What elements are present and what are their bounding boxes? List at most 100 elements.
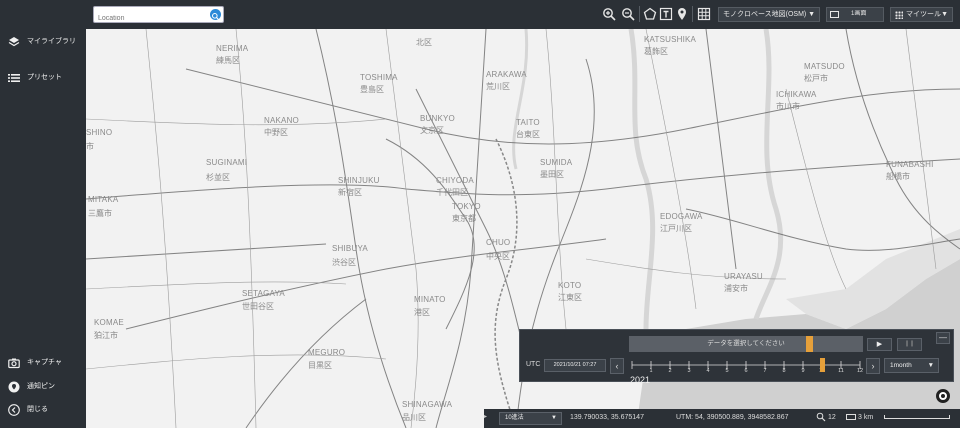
- sidebar-item-label: 閉じる: [27, 406, 48, 413]
- time-slider-panel: — データを選択してください ▶ ❙❙ UTC 2021/10/21 07:27…: [519, 329, 954, 385]
- map-label: ICHIKAWA: [776, 90, 817, 99]
- current-time-marker[interactable]: [820, 358, 825, 372]
- sidebar-item-preset[interactable]: プリセット: [8, 71, 62, 85]
- map-label: SHINJUKU: [338, 176, 380, 185]
- toolbar-divider: [639, 6, 640, 22]
- sidebar-item-label: マイライブラリ: [27, 38, 76, 45]
- sidebar-item-label: キャプチャ: [27, 359, 62, 366]
- marker-draw-icon[interactable]: [675, 7, 689, 21]
- data-select-bar[interactable]: データを選択してください: [629, 336, 863, 352]
- map-label: 千代田区: [436, 187, 468, 197]
- dropdown-arrow-icon: ▼: [941, 11, 948, 18]
- map-label: 東京都: [452, 213, 476, 223]
- timeline-tick-label: 2: [668, 368, 672, 374]
- sidebar-item-my-library[interactable]: マイライブラリ: [8, 35, 76, 49]
- my-tools-menu[interactable]: マイツール ▼: [890, 7, 953, 22]
- sidebar-item-label: プリセット: [27, 74, 62, 81]
- map-label: KATSUSHIKA: [644, 35, 697, 44]
- map-label: KOMAE: [94, 318, 124, 327]
- prev-time-button[interactable]: ‹: [610, 358, 624, 374]
- map-label: 新宿区: [338, 187, 362, 197]
- list-icon: [8, 72, 20, 84]
- map-label: NERIMA: [216, 44, 249, 53]
- status-bar: ▸ 10進法 ▼ 139.790033, 35.675147 UTM: 54, …: [484, 409, 960, 428]
- data-time-marker: [806, 336, 813, 352]
- timeline-tick-label: 1: [649, 368, 653, 374]
- map-label: MITAKA: [88, 195, 119, 204]
- pin-icon: [8, 381, 20, 393]
- map-label: 三鷹市: [88, 208, 112, 218]
- play-button[interactable]: ▶: [867, 338, 892, 351]
- sidebar-item-notify-pin[interactable]: 通知ピン: [8, 380, 55, 394]
- map-label: 江戸川区: [660, 224, 692, 233]
- date-time-field[interactable]: 2021/10/21 07:27: [544, 359, 606, 372]
- timeline-tick-label: 11: [838, 368, 844, 374]
- map-label: URAYASU: [724, 272, 763, 281]
- map-label: 練馬区: [216, 55, 240, 65]
- map-label: 品川区: [402, 413, 426, 422]
- pause-button[interactable]: ❙❙: [897, 338, 922, 351]
- grid-icon[interactable]: [697, 7, 711, 21]
- zoom-in-icon[interactable]: [602, 7, 616, 21]
- next-time-button[interactable]: ›: [866, 358, 880, 374]
- map-label: 杉並区: [206, 172, 230, 182]
- map-label: SUMIDA: [540, 158, 573, 167]
- zoom-level-icon: [816, 412, 826, 424]
- apps-grid-icon: [895, 11, 903, 19]
- map-label: MEGURO: [308, 348, 345, 357]
- expand-arrow-icon[interactable]: ▸: [484, 413, 487, 420]
- map-label: ARAKAWA: [486, 70, 527, 79]
- minimize-button[interactable]: —: [936, 332, 950, 344]
- search-input[interactable]: [94, 11, 204, 26]
- map-label: 渋谷区: [332, 257, 356, 267]
- map-label: SHIBUYA: [332, 244, 368, 253]
- timeline-tick-label: 5: [725, 368, 729, 374]
- map-label: 墨田区: [540, 170, 564, 179]
- map-label: FUNABASHI: [886, 160, 934, 169]
- map-label: CHIYODA: [436, 176, 474, 185]
- basemap-select[interactable]: モノクロベース地図(OSM) ▼: [718, 7, 820, 22]
- timeline-tick-label: 4: [706, 368, 710, 374]
- timeline-tick-label: 6: [744, 368, 748, 374]
- map-label: 中野区: [264, 127, 288, 137]
- layers-icon: [8, 36, 20, 48]
- map-label: 松戸市: [804, 73, 828, 83]
- year-label: 2021: [630, 375, 651, 385]
- polygon-draw-icon[interactable]: [643, 7, 657, 21]
- coord-format-select[interactable]: 10進法 ▼: [499, 412, 562, 425]
- map-label: 台東区: [516, 129, 540, 139]
- timeline-tick-label: 9: [801, 368, 805, 374]
- toolbar-divider: [692, 6, 693, 22]
- map-label: 江東区: [558, 292, 582, 302]
- map-label: CHUO: [486, 238, 510, 247]
- screen-layout-label: 1画面: [851, 11, 867, 17]
- scale-bar: [884, 415, 950, 419]
- dropdown-arrow-icon: ▼: [927, 362, 934, 369]
- map-label: TOKYO: [452, 202, 481, 211]
- sidebar-item-close[interactable]: 閉じる: [8, 403, 48, 417]
- time-step-select[interactable]: 1month ▼: [884, 358, 939, 373]
- map-label: SHINO: [86, 128, 112, 137]
- my-tools-label: マイツール: [906, 11, 941, 18]
- map-label: SHINAGAWA: [402, 400, 453, 409]
- basemap-select-label: モノクロベース地図(OSM): [723, 11, 807, 18]
- text-draw-icon[interactable]: [659, 7, 673, 21]
- map-label: SUGINAMI: [206, 158, 247, 167]
- screen-layout-button[interactable]: 1画面: [826, 7, 884, 22]
- sidebar-item-capture[interactable]: キャプチャ: [8, 356, 62, 370]
- lonlat-readout: 139.790033, 35.675147: [570, 414, 644, 421]
- zoom-out-icon[interactable]: [621, 7, 635, 21]
- map-label: NAKANO: [264, 116, 299, 125]
- map-label: TOSHIMA: [360, 73, 398, 82]
- map-label: MATSUDO: [804, 62, 845, 71]
- map-label: MINATO: [414, 295, 446, 304]
- map-label: 豊島区: [360, 84, 384, 94]
- dropdown-arrow-icon: ▼: [808, 11, 815, 18]
- map-label: 北区: [416, 38, 432, 47]
- search-icon[interactable]: [210, 9, 221, 20]
- timeline-track[interactable]: 123456789101112: [628, 354, 864, 382]
- top-toolbar: モノクロベース地図(OSM) ▼ 1画面 マイツール ▼: [86, 0, 960, 29]
- chevron-left-circle-icon: [8, 404, 20, 416]
- compass-icon[interactable]: [936, 389, 950, 403]
- timeline-tick-label: 8: [782, 368, 786, 374]
